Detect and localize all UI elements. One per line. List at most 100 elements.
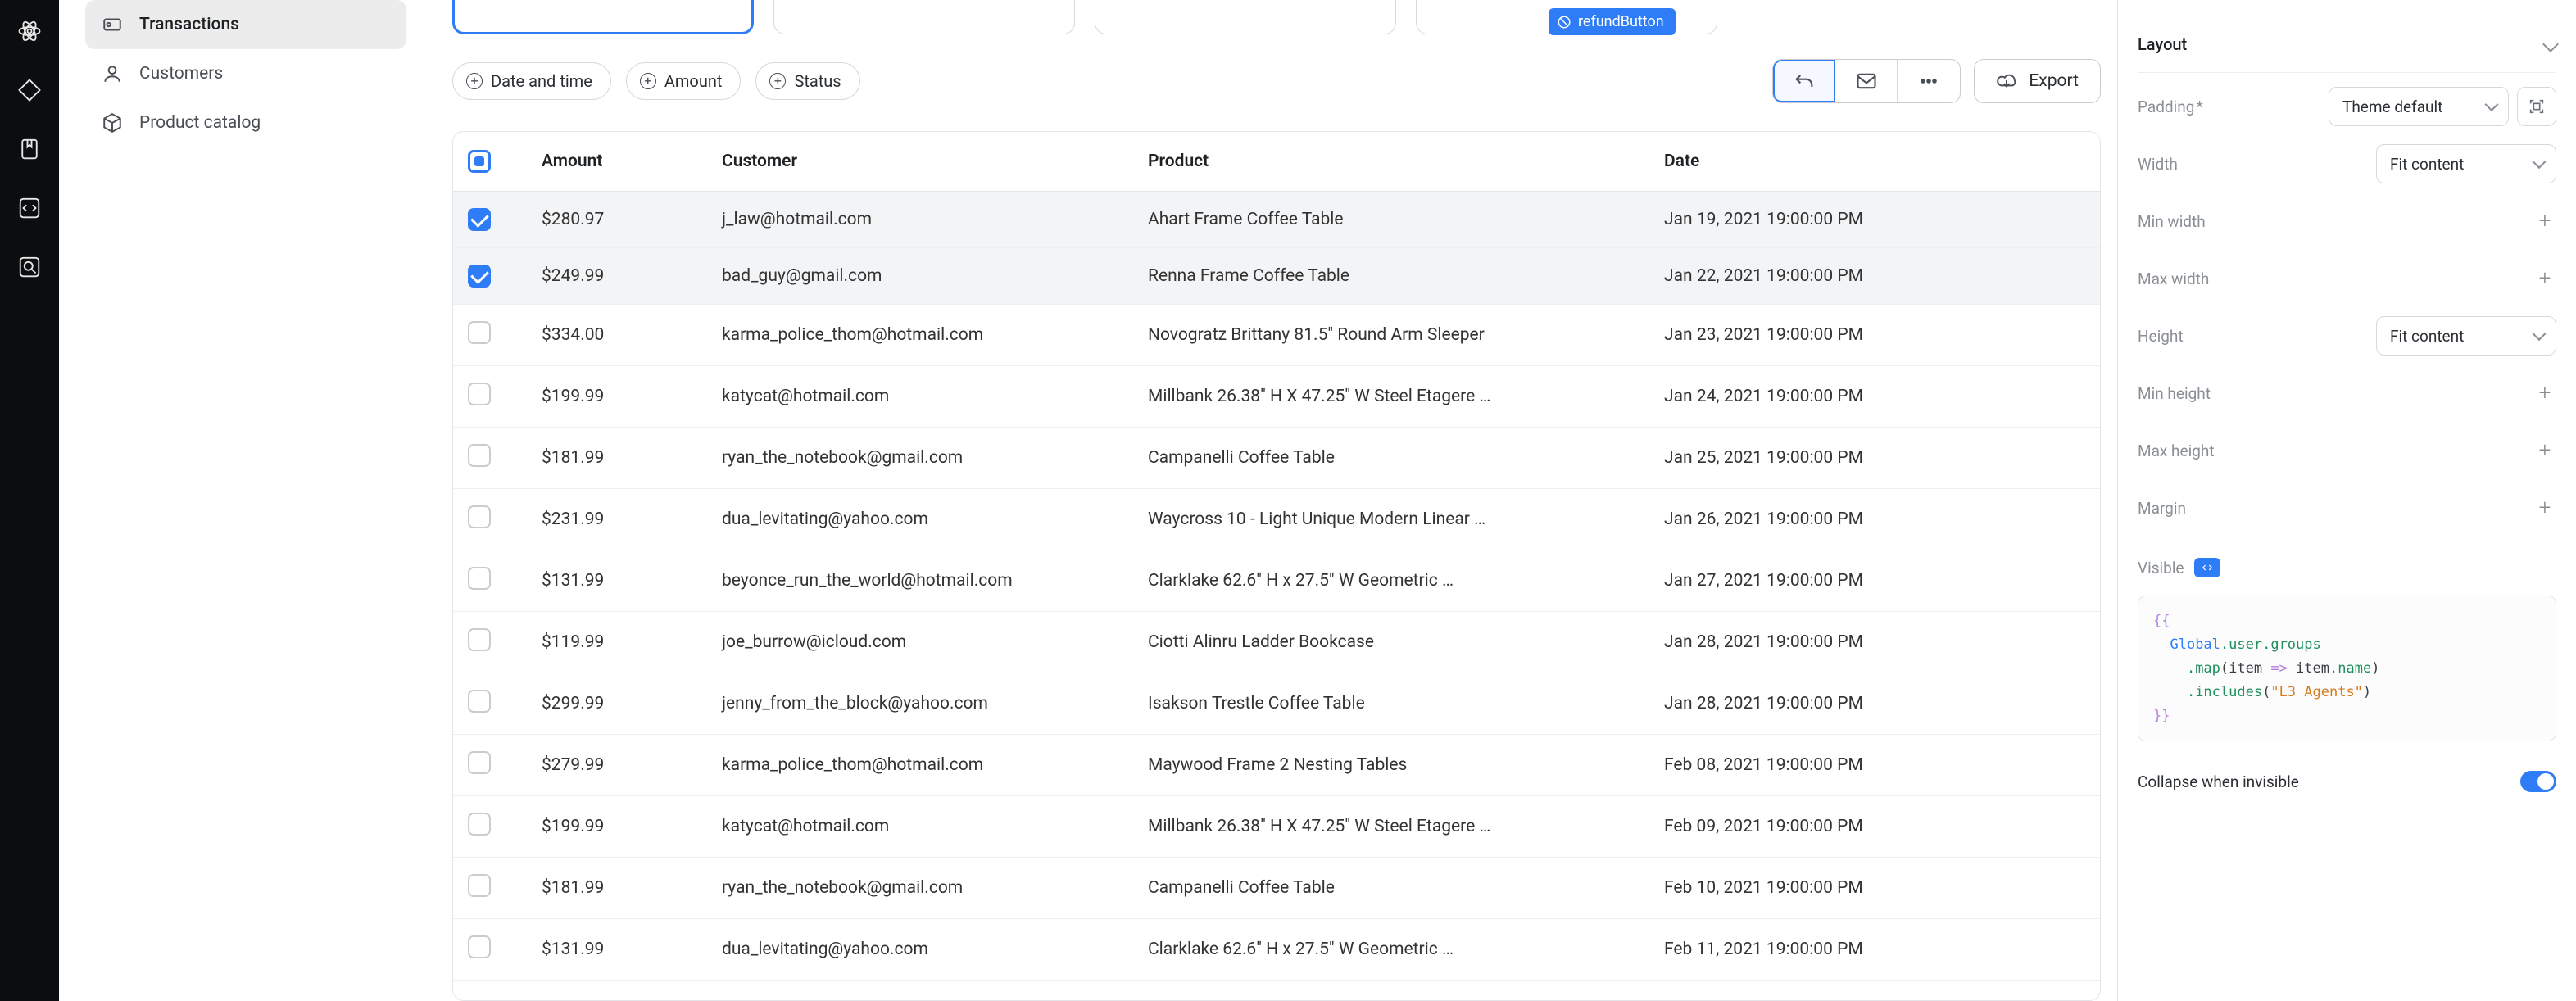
chip-label: Date and time xyxy=(491,71,592,91)
row-checkbox[interactable] xyxy=(468,444,491,467)
cell-amount: $280.97 xyxy=(527,192,707,248)
cell-date: Jan 19, 2021 19:00:00 PM xyxy=(1649,192,2100,248)
col-header-product[interactable]: Product xyxy=(1133,132,1649,192)
filter-chip-status[interactable]: + Status xyxy=(755,62,859,100)
table-row[interactable]: $199.99katycat@hotmail.comMillbank 26.38… xyxy=(453,796,2100,858)
sidebar-item-customers[interactable]: Customers xyxy=(85,49,406,98)
add-max-width-button[interactable]: + xyxy=(2533,267,2556,290)
cell-product: Campanelli Coffee Table xyxy=(1133,428,1649,489)
row-checkbox[interactable] xyxy=(468,813,491,836)
table-row[interactable]: $181.99ryan_the_notebook@gmail.comCampan… xyxy=(453,428,2100,489)
height-select[interactable]: Fit content xyxy=(2376,316,2556,356)
col-header-customer[interactable]: Customer xyxy=(707,132,1133,192)
cell-amount: $199.99 xyxy=(527,796,707,858)
sidebar-item-label: Customers xyxy=(139,64,223,84)
envelope-icon xyxy=(1855,70,1878,93)
collapse-toggle[interactable] xyxy=(2520,771,2556,792)
row-checkbox[interactable] xyxy=(468,567,491,590)
cell-amount: $231.99 xyxy=(527,489,707,550)
filter-chip-amount[interactable]: + Amount xyxy=(626,62,742,100)
col-header-date[interactable]: Date xyxy=(1649,132,2100,192)
cell-product: Clarklake 62.6" H x 27.5" W Geometric … xyxy=(1133,919,1649,981)
more-button[interactable] xyxy=(1898,60,1960,102)
top-tab-2[interactable] xyxy=(773,0,1075,34)
email-button[interactable] xyxy=(1835,60,1898,102)
layout-section-header[interactable]: Layout xyxy=(2138,16,2556,73)
chip-label: Amount xyxy=(664,71,723,91)
cell-amount: $279.99 xyxy=(527,735,707,796)
width-label: Width xyxy=(2138,155,2178,174)
max-height-label: Max height xyxy=(2138,442,2215,460)
table-row[interactable]: $181.99ryan_the_notebook@gmail.comCampan… xyxy=(453,858,2100,919)
code-binding-icon[interactable] xyxy=(2194,558,2220,578)
action-group xyxy=(1772,59,1961,103)
dots-icon xyxy=(1917,70,1940,93)
section-title: Layout xyxy=(2138,34,2187,54)
add-margin-button[interactable]: + xyxy=(2533,496,2556,519)
table-row[interactable]: $131.99dua_levitating@yahoo.comClarklake… xyxy=(453,919,2100,981)
table-row[interactable]: $131.99beyonce_run_the_world@hotmail.com… xyxy=(453,550,2100,612)
code-block-icon[interactable] xyxy=(15,193,44,223)
table-row[interactable]: $249.99bad_guy@gmail.comRenna Frame Coff… xyxy=(453,248,2100,305)
width-select[interactable]: Fit content xyxy=(2376,144,2556,183)
row-checkbox[interactable] xyxy=(468,874,491,897)
row-checkbox[interactable] xyxy=(468,935,491,958)
row-checkbox[interactable] xyxy=(468,690,491,713)
table-row[interactable]: $199.99katycat@hotmail.comMillbank 26.38… xyxy=(453,366,2100,428)
padding-select[interactable]: Theme default xyxy=(2329,87,2509,126)
cell-amount: $181.99 xyxy=(527,858,707,919)
top-tab-1[interactable] xyxy=(452,0,754,34)
top-tab-4[interactable] xyxy=(1416,0,1717,34)
add-max-height-button[interactable]: + xyxy=(2533,439,2556,462)
top-tab-3[interactable] xyxy=(1095,0,1396,34)
add-min-height-button[interactable]: + xyxy=(2533,382,2556,405)
cell-customer: jenny_from_the_block@yahoo.com xyxy=(707,673,1133,735)
cell-amount: $334.00 xyxy=(527,305,707,366)
select-all-checkbox[interactable] xyxy=(468,150,491,173)
add-min-width-button[interactable]: + xyxy=(2533,210,2556,233)
export-button[interactable]: Export xyxy=(1974,59,2101,103)
filter-chip-date[interactable]: + Date and time xyxy=(452,62,611,100)
cell-amount: $249.99 xyxy=(527,248,707,305)
sidebar-item-product-catalog[interactable]: Product catalog xyxy=(85,98,406,147)
sidebar-item-label: Product catalog xyxy=(139,113,261,133)
width-row: Width Fit content xyxy=(2138,140,2556,188)
row-checkbox[interactable] xyxy=(468,505,491,528)
table-row[interactable]: $119.99joe_burrow@icloud.comCiotti Alinr… xyxy=(453,612,2100,673)
cell-product: Millbank 26.38" H X 47.25" W Steel Etage… xyxy=(1133,796,1649,858)
row-checkbox[interactable] xyxy=(468,321,491,344)
table-row[interactable]: $299.99jenny_from_the_block@yahoo.comIsa… xyxy=(453,673,2100,735)
diamond-icon[interactable] xyxy=(15,75,44,105)
visible-code-block[interactable]: {{ Global.user.groups .map(item => item.… xyxy=(2138,596,2556,741)
row-checkbox[interactable] xyxy=(468,751,491,774)
cell-customer: karma_police_thom@hotmail.com xyxy=(707,735,1133,796)
cell-product: Ahart Frame Coffee Table xyxy=(1133,192,1649,248)
plus-icon: + xyxy=(466,73,483,89)
inspector-panel: Layout Padding* Theme default Width Fit … xyxy=(2117,0,2576,1001)
table-row[interactable]: $334.00karma_police_thom@hotmail.comNovo… xyxy=(453,305,2100,366)
padding-expand-button[interactable] xyxy=(2517,87,2556,126)
row-checkbox[interactable] xyxy=(468,265,491,288)
atom-icon[interactable] xyxy=(15,16,44,46)
row-checkbox[interactable] xyxy=(468,628,491,651)
row-checkbox[interactable] xyxy=(468,208,491,231)
table-row[interactable]: $279.99karma_police_thom@hotmail.comMayw… xyxy=(453,735,2100,796)
cell-customer: bad_guy@gmail.com xyxy=(707,248,1133,305)
cell-customer: j_law@hotmail.com xyxy=(707,192,1133,248)
cell-customer: joe_burrow@icloud.com xyxy=(707,612,1133,673)
row-checkbox[interactable] xyxy=(468,383,491,405)
search-doc-icon[interactable] xyxy=(15,252,44,282)
refund-button[interactable] xyxy=(1773,60,1835,102)
cell-date: Jan 28, 2021 19:00:00 PM xyxy=(1649,612,2100,673)
table-row[interactable]: $231.99dua_levitating@yahoo.comWaycross … xyxy=(453,489,2100,550)
sidebar-item-transactions[interactable]: Transactions xyxy=(85,0,406,49)
cell-product: Clarklake 62.6" H x 27.5" W Geometric … xyxy=(1133,550,1649,612)
table-row[interactable]: $280.97j_law@hotmail.comAhart Frame Coff… xyxy=(453,192,2100,248)
bookmark-file-icon[interactable] xyxy=(15,134,44,164)
cell-product: Ciotti Alinru Ladder Bookcase xyxy=(1133,612,1649,673)
cell-date: Feb 11, 2021 19:00:00 PM xyxy=(1649,919,2100,981)
col-header-amount[interactable]: Amount xyxy=(527,132,707,192)
cell-date: Jan 22, 2021 19:00:00 PM xyxy=(1649,248,2100,305)
cell-amount: $119.99 xyxy=(527,612,707,673)
padding-row: Padding* Theme default xyxy=(2138,83,2556,130)
